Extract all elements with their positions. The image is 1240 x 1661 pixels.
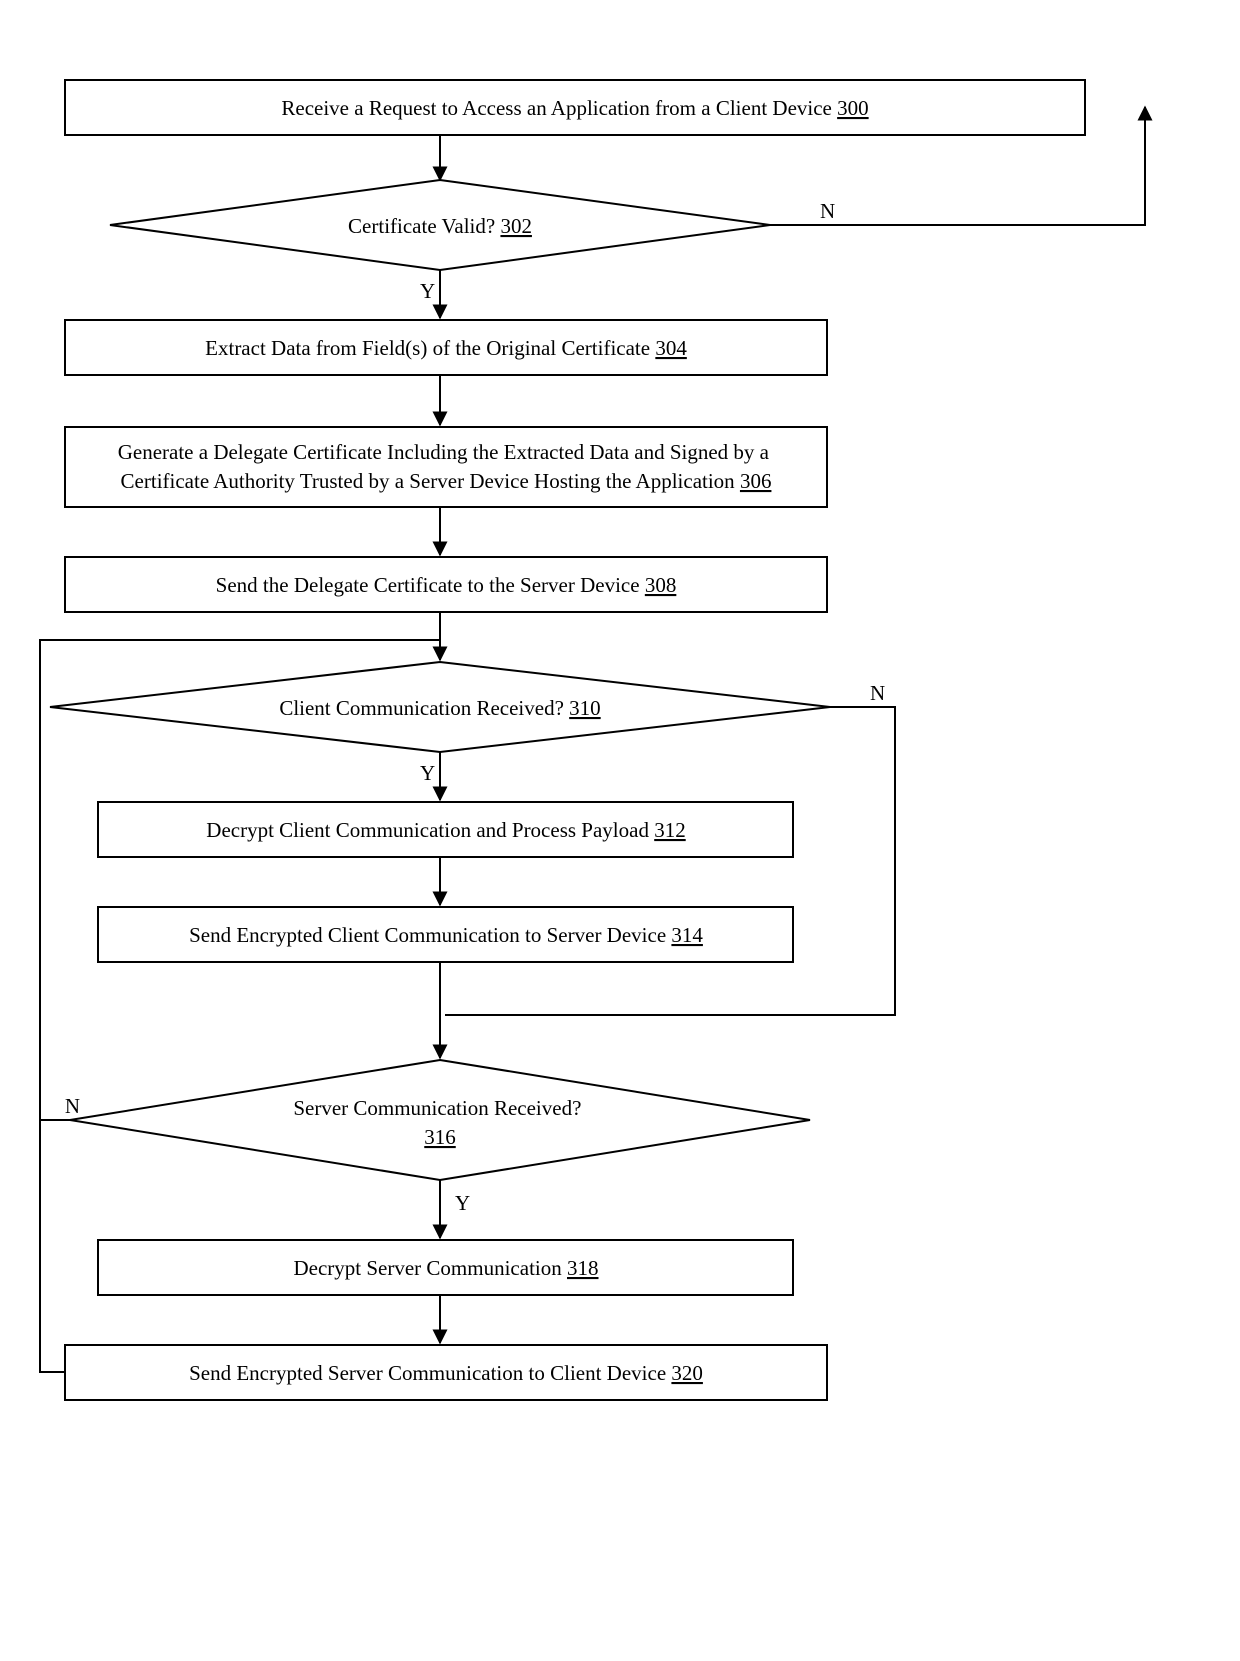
step-314-text: Send Encrypted Client Communication to S… bbox=[189, 923, 666, 947]
step-306-line1: Generate a Delegate Certificate Includin… bbox=[118, 440, 770, 464]
step-300-ref: 300 bbox=[837, 96, 869, 120]
step-304: Extract Data from Field(s) of the Origin… bbox=[65, 320, 827, 375]
svg-text:Y: Y bbox=[420, 279, 435, 303]
step-300-text: Receive a Request to Access an Applicati… bbox=[281, 96, 832, 120]
step-308-ref: 308 bbox=[645, 573, 677, 597]
step-308-text: Send the Delegate Certificate to the Ser… bbox=[216, 573, 640, 597]
step-318: Decrypt Server Communication 318 bbox=[98, 1240, 793, 1295]
step-300: Receive a Request to Access an Applicati… bbox=[65, 80, 1085, 135]
edge-320-loop bbox=[40, 1120, 65, 1372]
step-304-text: Extract Data from Field(s) of the Origin… bbox=[205, 336, 650, 360]
step-308: Send the Delegate Certificate to the Ser… bbox=[65, 557, 827, 612]
svg-text:Receive a Request to Access an: Receive a Request to Access an Applicati… bbox=[281, 96, 868, 120]
step-312-text: Decrypt Client Communication and Process… bbox=[206, 818, 649, 842]
svg-text:Decrypt Client Communication a: Decrypt Client Communication and Process… bbox=[206, 818, 685, 842]
step-304-ref: 304 bbox=[655, 336, 687, 360]
decision-302: Certificate Valid? 302 bbox=[110, 180, 770, 270]
svg-text:Send Encrypted Client Communic: Send Encrypted Client Communication to S… bbox=[189, 923, 703, 947]
step-314-ref: 314 bbox=[671, 923, 703, 947]
decision-302-ref: 302 bbox=[500, 214, 532, 238]
decision-302-text: Certificate Valid? bbox=[348, 214, 495, 238]
step-318-text: Decrypt Server Communication bbox=[293, 1256, 562, 1280]
svg-text:Y: Y bbox=[420, 761, 435, 785]
flowchart: Receive a Request to Access an Applicati… bbox=[0, 0, 1240, 1661]
step-312-ref: 312 bbox=[654, 818, 686, 842]
svg-text:Extract Data from Field(s) of: Extract Data from Field(s) of the Origin… bbox=[205, 336, 687, 360]
svg-text:Send the Delegate Certificate: Send the Delegate Certificate to the Ser… bbox=[216, 573, 677, 597]
svg-text:Certificate Valid?: Certificate Valid? 302 bbox=[348, 214, 532, 238]
svg-text:N: N bbox=[870, 681, 885, 705]
decision-316-text: Server Communication Received? bbox=[293, 1096, 581, 1120]
decision-310: Client Communication Received? 310 bbox=[50, 662, 830, 752]
step-312: Decrypt Client Communication and Process… bbox=[98, 802, 793, 857]
decision-310-ref: 310 bbox=[569, 696, 601, 720]
step-306-line2: Certificate Authority Trusted by a Serve… bbox=[121, 469, 772, 493]
edge-302-yes: Y bbox=[420, 270, 440, 318]
decision-316: Server Communication Received? 316 bbox=[70, 1060, 810, 1180]
edge-316-yes: Y bbox=[440, 1180, 470, 1238]
decision-316-ref: 316 bbox=[424, 1125, 456, 1149]
svg-text:N: N bbox=[820, 199, 835, 223]
step-306: Generate a Delegate Certificate Includin… bbox=[65, 427, 827, 507]
decision-310-text: Client Communication Received? bbox=[279, 696, 564, 720]
step-320-ref: 320 bbox=[671, 1361, 703, 1385]
svg-text:Client Communication Received?: Client Communication Received? 310 bbox=[279, 696, 600, 720]
svg-text:N: N bbox=[65, 1094, 80, 1118]
step-320-text: Send Encrypted Server Communication to C… bbox=[189, 1361, 666, 1385]
step-320: Send Encrypted Server Communication to C… bbox=[65, 1345, 827, 1400]
edge-310-yes: Y bbox=[420, 752, 440, 800]
svg-text:Decrypt Server Communication: Decrypt Server Communication 318 bbox=[293, 1256, 598, 1280]
svg-text:Send Encrypted Server Communic: Send Encrypted Server Communication to C… bbox=[189, 1361, 703, 1385]
step-318-ref: 318 bbox=[567, 1256, 599, 1280]
step-314: Send Encrypted Client Communication to S… bbox=[98, 907, 793, 962]
svg-text:Y: Y bbox=[455, 1191, 470, 1215]
